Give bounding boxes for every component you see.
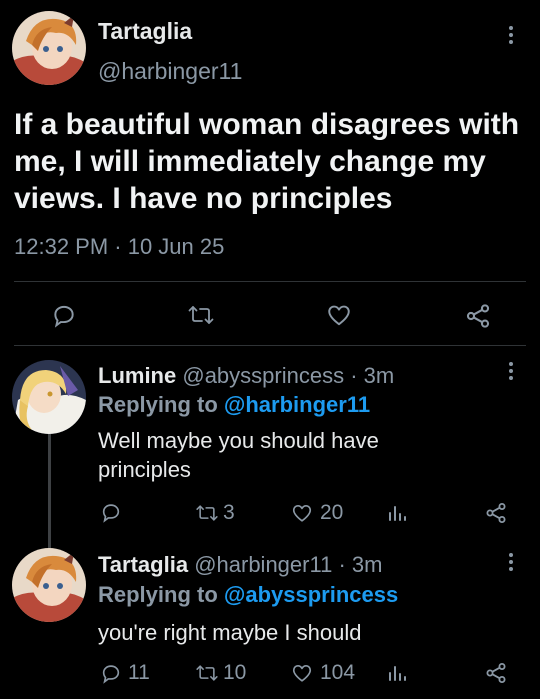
reply-author-handle[interactable]: @abyssprincess <box>182 363 344 388</box>
reply-icon <box>102 665 120 684</box>
reply-author-name[interactable]: Tartaglia <box>98 552 188 577</box>
share-icon <box>466 304 490 328</box>
like-icon <box>292 665 312 682</box>
replying-to-label: Replying to <box>98 392 218 417</box>
reply-avatar[interactable] <box>12 548 86 622</box>
reply-icon <box>102 504 120 523</box>
author-handle[interactable]: @harbinger11 <box>98 58 242 85</box>
tweet-text: If a beautiful woman disagrees with me, … <box>14 108 520 215</box>
like-button[interactable]: 20 <box>290 501 343 525</box>
reply-header: Tartaglia @harbinger11 · 3m <box>98 552 382 578</box>
more-icon[interactable] <box>508 362 514 380</box>
author-avatar[interactable] <box>12 11 86 85</box>
tweet-timestamp[interactable]: 12:32 PM · 10 Jun 25 <box>14 234 224 260</box>
reply-button[interactable] <box>51 302 77 328</box>
replying-to: Replying to @harbinger11 <box>98 392 370 418</box>
analytics-button[interactable] <box>386 662 408 684</box>
analytics-icon <box>389 506 406 521</box>
replying-to-handle[interactable]: @harbinger11 <box>224 392 370 417</box>
retweet-icon <box>196 505 218 521</box>
share-icon <box>486 663 506 683</box>
share-icon <box>486 503 506 523</box>
like-count: 20 <box>320 501 344 524</box>
share-button[interactable] <box>464 302 492 330</box>
share-button[interactable] <box>484 501 508 525</box>
retweet-count: 10 <box>223 661 247 684</box>
retweet-button[interactable] <box>187 302 215 328</box>
reply-text: you're right maybe I should <box>98 620 362 645</box>
like-button[interactable]: 104 <box>290 661 355 685</box>
divider <box>14 345 526 346</box>
reply-button[interactable]: 11 <box>100 661 150 685</box>
reply-age: · 3m <box>338 552 383 577</box>
reply-text: Well maybe you should have principles <box>98 428 379 482</box>
reply-icon <box>54 305 74 328</box>
like-count: 104 <box>320 661 356 684</box>
retweet-icon <box>196 665 218 681</box>
retweet-count: 3 <box>223 501 235 524</box>
reply-button[interactable] <box>100 501 128 523</box>
more-icon[interactable] <box>508 26 514 44</box>
reply-count: 11 <box>128 661 150 684</box>
reply-header: Lumine @abyssprincess · 3m <box>98 363 394 389</box>
more-icon[interactable] <box>508 553 514 571</box>
like-icon <box>292 505 312 522</box>
replying-to: Replying to @abyssprincess <box>98 582 398 608</box>
replying-to-label: Replying to <box>98 582 218 607</box>
reply-author-name[interactable]: Lumine <box>98 363 176 388</box>
divider <box>14 281 526 282</box>
retweet-button[interactable]: 10 <box>195 661 246 685</box>
reply-age: · 3m <box>350 363 395 388</box>
like-icon <box>328 305 350 326</box>
reply-avatar[interactable] <box>12 360 86 434</box>
share-button[interactable] <box>484 661 508 685</box>
analytics-icon <box>389 666 406 681</box>
analytics-button[interactable] <box>386 502 408 524</box>
thread-line <box>48 434 51 554</box>
like-button[interactable] <box>325 302 353 328</box>
replying-to-handle[interactable]: @abyssprincess <box>224 582 398 607</box>
retweet-button[interactable]: 3 <box>195 501 235 525</box>
author-name[interactable]: Tartaglia <box>98 18 192 45</box>
retweet-icon <box>188 306 214 324</box>
reply-author-handle[interactable]: @harbinger11 <box>194 552 332 577</box>
